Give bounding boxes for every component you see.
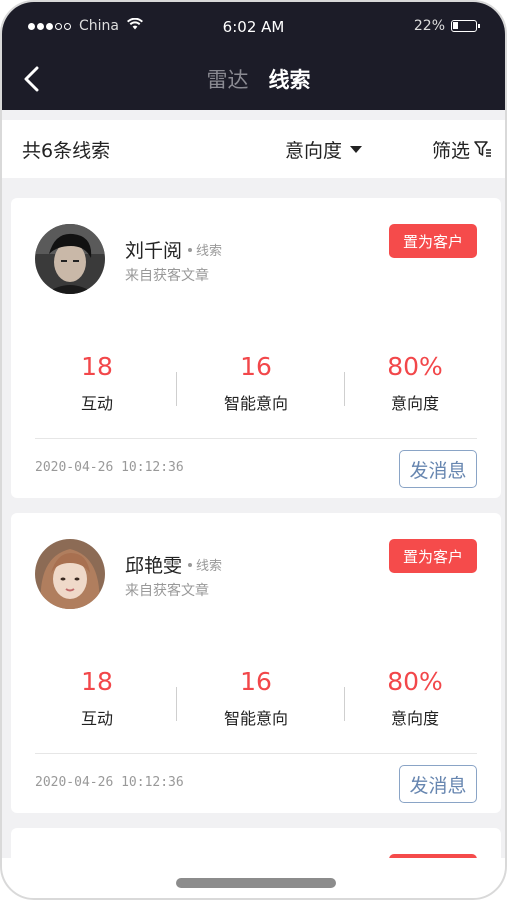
lead-stats: 18 互动 16 智能意向 80% 意向度 — [11, 667, 501, 737]
nav-tabs: 雷达 线索 — [2, 64, 505, 94]
lead-card[interactable]: 刘千阅 线索 来自获客文章 置为客户 18 互动 16 智能意向 80% 意向度… — [11, 198, 501, 498]
stat-smart-intent: 16 智能意向 — [174, 352, 338, 414]
convert-to-customer-button[interactable]: 置为客户 — [389, 224, 477, 258]
stat-intent-level: 80% 意向度 — [333, 352, 497, 414]
caret-down-icon — [350, 145, 363, 153]
stat-value: 16 — [240, 667, 272, 696]
lead-name-row: 刘千阅 线索 — [125, 236, 222, 263]
lead-card[interactable]: 邱艳雯 线索 来自获客文章 置为客户 18 互动 16 智能意向 80% 意向度… — [11, 513, 501, 813]
stat-label: 互动 — [80, 394, 113, 413]
lead-stats: 18 互动 16 智能意向 80% 意向度 — [11, 352, 501, 422]
intent-sort-label: 意向度 — [285, 139, 343, 162]
divider — [35, 753, 477, 754]
stat-label: 智能意向 — [223, 709, 288, 728]
lead-name: 邱艳雯 — [125, 555, 183, 577]
send-message-button[interactable]: 发消息 — [399, 450, 477, 488]
send-message-button[interactable]: 发消息 — [399, 765, 477, 803]
home-indicator[interactable] — [176, 878, 336, 888]
battery-percent: 22% — [413, 18, 445, 34]
avatar — [35, 224, 105, 294]
filter-funnel-icon — [474, 141, 492, 157]
stat-label: 智能意向 — [223, 394, 288, 413]
stat-interactions: 18 互动 — [15, 352, 179, 414]
lead-tag: 线索 — [188, 240, 222, 259]
lead-count: 共6条线索 — [22, 139, 111, 162]
tab-leads[interactable]: 线索 — [269, 64, 311, 94]
stat-value: 18 — [81, 667, 113, 696]
divider — [35, 438, 477, 439]
stat-value: 80% — [387, 352, 443, 381]
lead-tag-label: 线索 — [196, 559, 223, 574]
lead-datetime: 2020-04-26 10:12:36 — [35, 775, 184, 790]
lead-source: 来自获客文章 — [125, 268, 209, 284]
stat-smart-intent: 16 智能意向 — [174, 667, 338, 729]
stat-label: 意向度 — [390, 394, 439, 413]
stat-label: 意向度 — [390, 709, 439, 728]
battery-status: 22% — [413, 18, 480, 34]
stat-interactions: 18 互动 — [15, 667, 179, 729]
filter-bar: 共6条线索 意向度 筛选 — [2, 120, 505, 178]
convert-to-customer-button[interactable]: 置为客户 — [389, 539, 477, 573]
header: China 6:02 AM 22% 雷达 线索 — [2, 2, 505, 110]
intent-sort-dropdown[interactable]: 意向度 — [285, 136, 363, 163]
lead-tag: 线索 — [188, 555, 222, 574]
filter-label: 筛选 — [432, 139, 471, 162]
phone-frame: China 6:02 AM 22% 雷达 线索 共6条线索 意向度 筛选 刘千阅… — [0, 0, 507, 900]
stat-label: 互动 — [80, 709, 113, 728]
stat-value: 80% — [387, 667, 443, 696]
lead-tag-label: 线索 — [196, 244, 223, 259]
lead-name: 刘千阅 — [125, 240, 183, 262]
filter-button[interactable]: 筛选 — [432, 136, 492, 163]
stat-value: 18 — [81, 352, 113, 381]
lead-source: 来自获客文章 — [125, 583, 209, 599]
stat-value: 16 — [240, 352, 272, 381]
nav-bar: 雷达 线索 — [2, 54, 505, 104]
tab-radar[interactable]: 雷达 — [207, 64, 249, 94]
lead-name-row: 邱艳雯 线索 — [125, 551, 222, 578]
avatar — [35, 539, 105, 609]
status-bar: China 6:02 AM 22% — [2, 16, 505, 38]
stat-intent-level: 80% 意向度 — [333, 667, 497, 729]
home-bar-area — [2, 858, 505, 898]
battery-icon — [451, 20, 480, 32]
lead-datetime: 2020-04-26 10:12:36 — [35, 460, 184, 475]
